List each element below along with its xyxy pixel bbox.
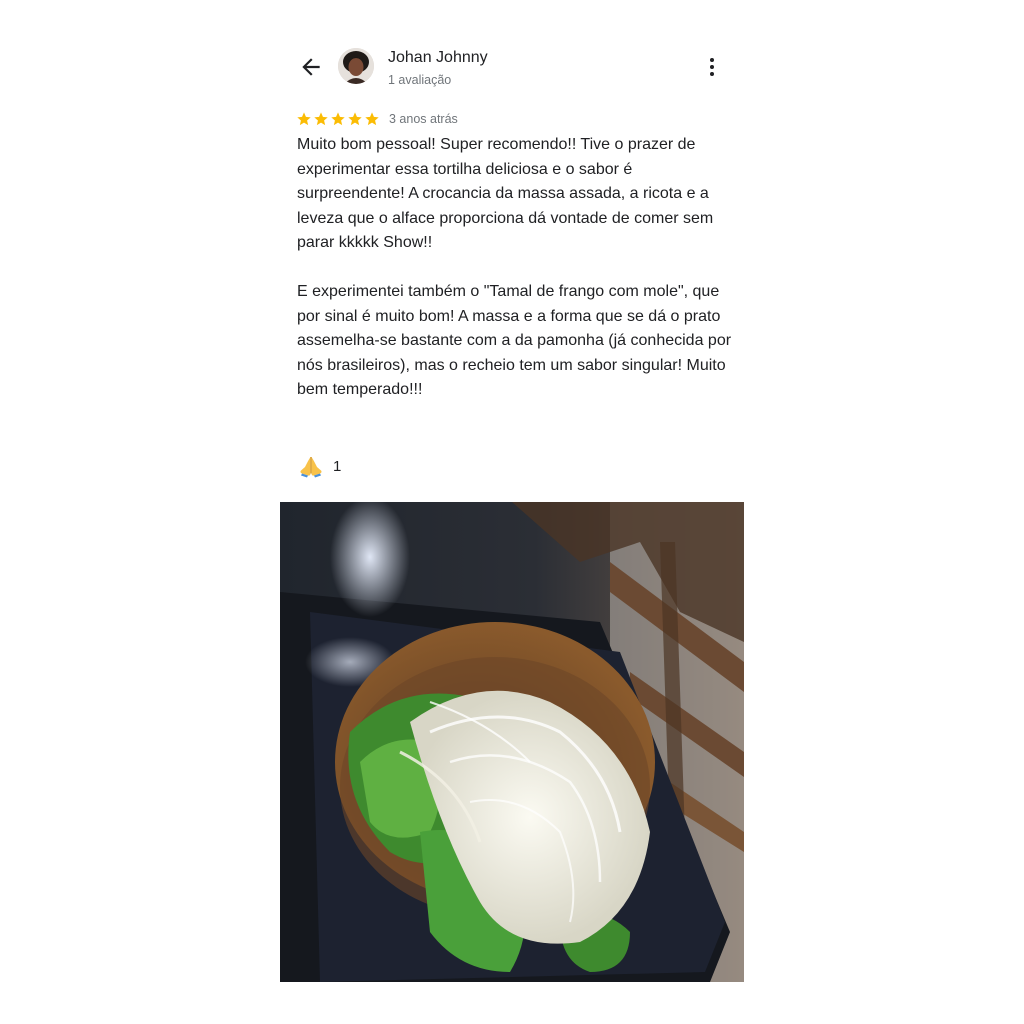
reviewer-review-count: 1 avaliação (388, 73, 452, 87)
reaction-count: 1 (333, 457, 342, 475)
star-icon (365, 112, 379, 126)
folded-hands-icon (300, 457, 322, 478)
review-text: Muito bom pessoal! Super recomendo!! Tiv… (297, 133, 737, 403)
star-icon (297, 112, 311, 126)
review-paragraph: Muito bom pessoal! Super recomendo!! Tiv… (297, 136, 714, 251)
reviewer-name[interactable]: Johan Johnny (388, 49, 488, 67)
star-icon (348, 112, 362, 126)
avatar-image (338, 48, 374, 84)
more-vert-icon[interactable] (702, 56, 722, 78)
avatar[interactable] (338, 48, 374, 84)
rating-row: 3 anos atrás (296, 110, 458, 128)
star-icon (314, 112, 328, 126)
food-photo-image (280, 502, 744, 982)
review-age: 3 anos atrás (389, 112, 458, 126)
star-rating (296, 111, 380, 127)
review-photo[interactable] (280, 502, 744, 982)
reaction-button[interactable]: 1 (298, 454, 341, 478)
review-paragraph: E experimentei também o "Tamal de frango… (297, 283, 732, 398)
review-header: Johan Johnny 1 avaliação (296, 44, 732, 92)
arrow-back-icon[interactable] (298, 54, 324, 80)
star-icon (331, 112, 345, 126)
